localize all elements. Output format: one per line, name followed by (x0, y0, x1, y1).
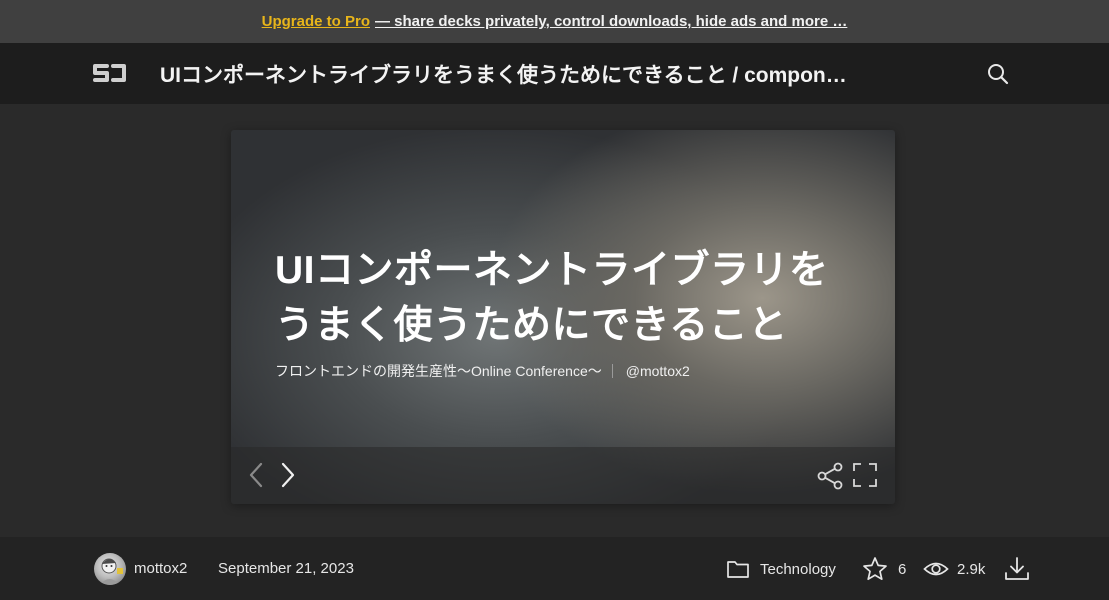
slide-stage: UIコンポーネントライブラリを うまく使うためにできること フロントエンドの開発… (0, 104, 1109, 537)
deck-meta-bar: mottox2 September 21, 2023 Technology 6 … (0, 537, 1109, 600)
star-count: 6 (898, 560, 907, 578)
slide-subtitle: フロントエンドの開発生産性〜Online Conference〜 @mottox… (275, 361, 690, 381)
slide-title-line-2: うまく使うためにできること (275, 304, 788, 347)
view-count: 2.9k (923, 556, 985, 582)
folder-icon (727, 561, 749, 578)
publish-date: September 21, 2023 (218, 560, 354, 577)
slide-viewer[interactable]: UIコンポーネントライブラリを うまく使うためにできること フロントエンドの開発… (231, 130, 895, 504)
deck-title: UIコンポーネントライブラリをうまく使うためにできること / compon… (160, 63, 847, 87)
view-count-value: 2.9k (957, 560, 986, 578)
speakerdeck-logo-icon[interactable] (92, 61, 128, 85)
fullscreen-icon[interactable] (852, 462, 878, 488)
promo-message-link[interactable]: — share decks privately, control downloa… (375, 13, 847, 30)
download-icon[interactable] (1004, 556, 1030, 582)
star-icon (863, 557, 887, 581)
subtitle-divider (611, 364, 613, 378)
slide-title: UIコンポーネントライブラリを うまく使うためにできること (275, 243, 875, 353)
author-link[interactable]: mottox2 (134, 560, 187, 577)
chevron-left-icon[interactable] (247, 461, 265, 489)
star-button[interactable]: 6 (862, 556, 906, 582)
chevron-right-icon[interactable] (279, 461, 297, 489)
eye-icon (923, 562, 949, 576)
slide-controls (231, 447, 895, 504)
share-icon[interactable] (817, 462, 845, 490)
promo-banner: Upgrade to Pro — share decks privately, … (0, 0, 1109, 43)
category-link[interactable]: Technology (726, 556, 836, 582)
header: UIコンポーネントライブラリをうまく使うためにできること / compon… (0, 43, 1109, 104)
search-icon[interactable] (986, 62, 1010, 86)
avatar[interactable] (94, 553, 126, 585)
upgrade-to-pro-link[interactable]: Upgrade to Pro (262, 13, 370, 30)
category-label: Technology (760, 560, 836, 578)
slide-author-handle: @mottox2 (625, 363, 690, 379)
slide-title-line-1: UIコンポーネントライブラリを (275, 249, 829, 292)
slide-event-name: フロントエンドの開発生産性〜Online Conference〜 (275, 363, 602, 379)
